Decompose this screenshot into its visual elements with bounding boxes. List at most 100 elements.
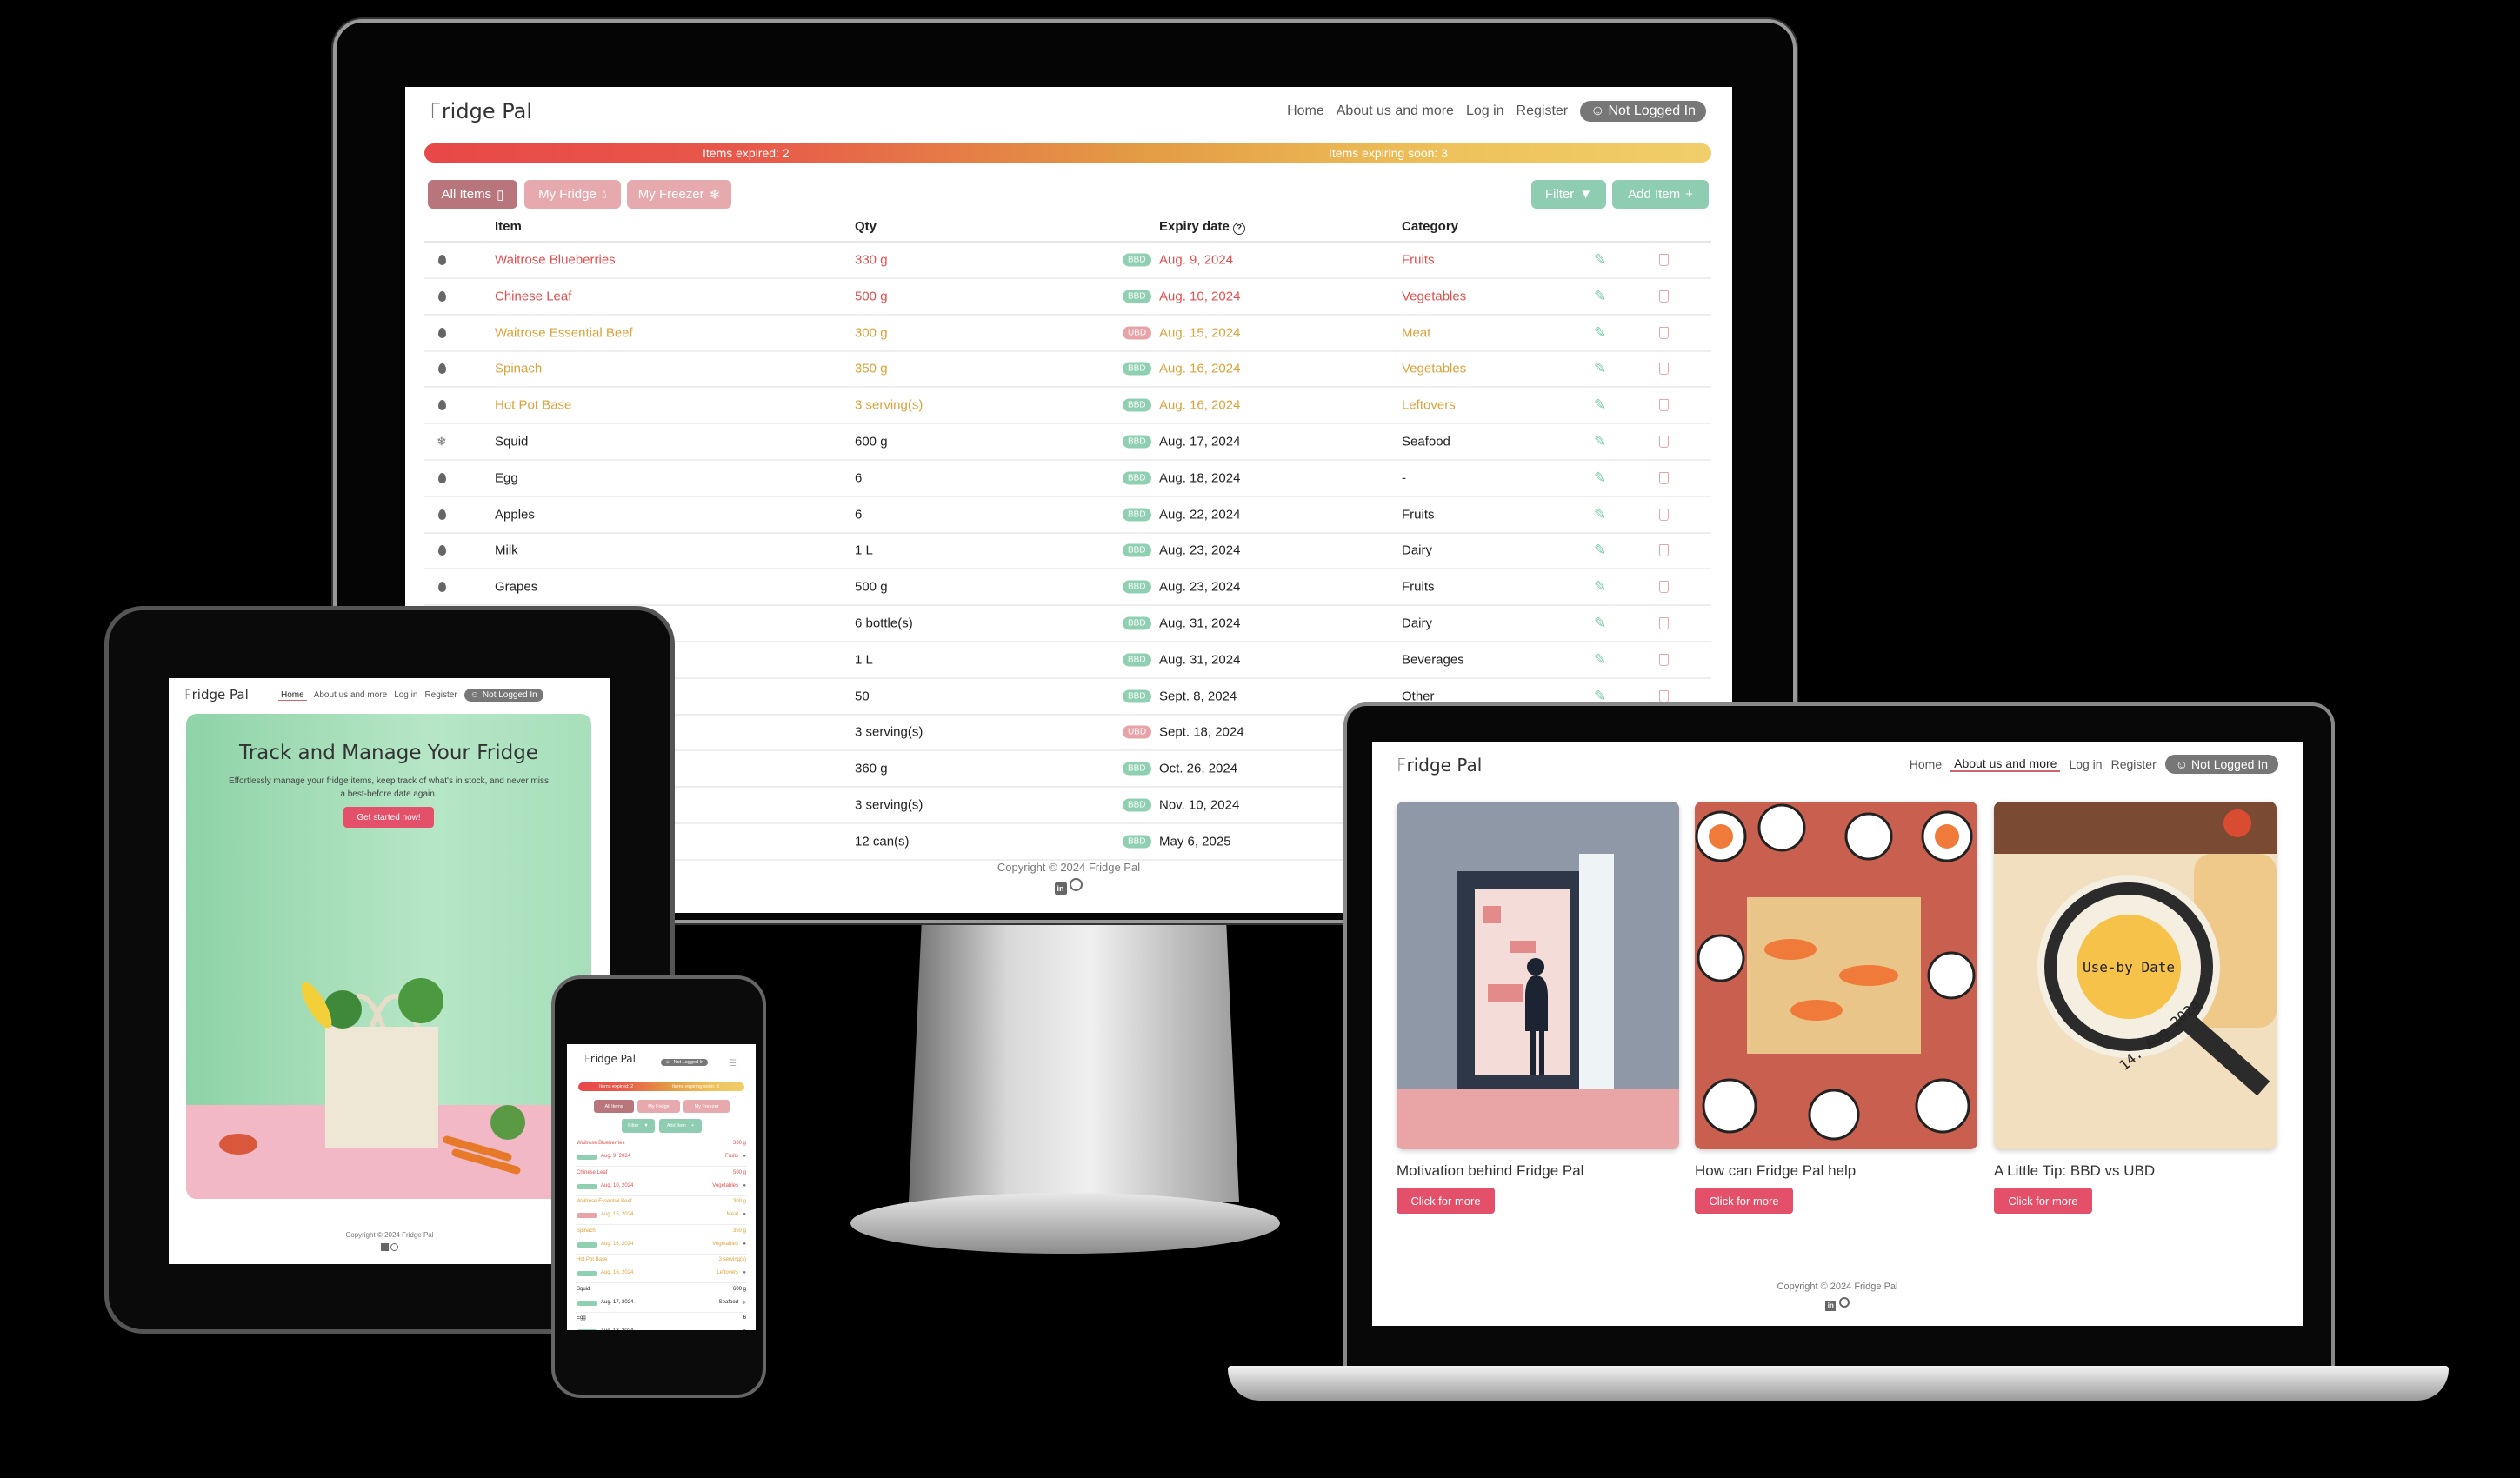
logo[interactable]: Fridge Pal <box>430 99 532 123</box>
filter-button[interactable]: Filter ▼ <box>622 1119 655 1133</box>
nav-about[interactable]: About us and more <box>314 690 388 700</box>
delete-trash-icon[interactable] <box>1659 689 1669 702</box>
filter-button[interactable]: Filter ▼ <box>1531 180 1606 209</box>
help-icon[interactable]: ? <box>1233 223 1246 235</box>
delete-trash-icon[interactable] <box>1659 436 1669 448</box>
item-name[interactable]: Waitrose Blueberries <box>495 253 616 268</box>
edit-pencil-icon[interactable]: ✎ <box>1594 615 1606 632</box>
github-icon[interactable] <box>1838 1297 1850 1308</box>
nav-home[interactable]: Home <box>1287 103 1324 119</box>
item-qty: 350 g <box>732 1228 746 1234</box>
delete-trash-icon[interactable] <box>1659 326 1669 339</box>
edit-pencil-icon[interactable]: ✎ <box>1594 433 1606 450</box>
item-category: Dairy <box>1402 543 1433 558</box>
item-name[interactable]: Squid <box>495 435 528 449</box>
logo[interactable]: Fridge Pal <box>184 687 249 702</box>
card-image-fridge[interactable] <box>1397 802 1679 1149</box>
edit-pencil-icon[interactable]: ✎ <box>1594 396 1606 414</box>
linkedin-icon[interactable]: in <box>1054 882 1067 895</box>
nav-register[interactable]: Register <box>2111 757 2157 771</box>
linkedin-icon[interactable]: in <box>1825 1301 1837 1311</box>
list-item[interactable]: Egg 6 Aug. 18, 2024 - ● <box>576 1313 747 1330</box>
nav-about[interactable]: About us and more <box>1950 756 2061 772</box>
all-items-button[interactable]: All Items ▯ <box>428 180 517 209</box>
column-header-category[interactable]: Category <box>1402 219 1458 234</box>
card-image-food[interactable] <box>1695 802 1977 1149</box>
item-name[interactable]: Hot Pot Base <box>495 398 571 413</box>
column-header-qty[interactable]: Qty <box>855 219 877 234</box>
table-row: Apples 6 BBD Aug. 22, 2024 Fruits ✎ <box>424 497 1711 534</box>
nav-about[interactable]: About us and more <box>1337 103 1454 119</box>
click-for-more-button[interactable]: Click for more <box>1994 1188 2092 1214</box>
edit-pencil-icon[interactable]: ✎ <box>1594 542 1606 559</box>
delete-trash-icon[interactable] <box>1659 508 1669 521</box>
edit-pencil-icon[interactable]: ✎ <box>1594 469 1606 487</box>
item-name[interactable]: Grapes <box>495 580 537 595</box>
item-name[interactable]: Egg <box>495 470 518 485</box>
login-status-badge[interactable]: ☺ Not Logged In <box>1580 101 1706 122</box>
delete-trash-icon[interactable] <box>1659 290 1669 303</box>
item-name[interactable]: Apples <box>495 507 535 522</box>
list-item[interactable]: Chinese Leaf 500 g Aug. 10, 2024 Vegetables… <box>576 1168 747 1196</box>
delete-trash-icon[interactable] <box>1659 399 1669 412</box>
delete-trash-icon[interactable] <box>1659 617 1669 629</box>
item-name[interactable]: Spinach <box>495 362 542 376</box>
linkedin-icon[interactable] <box>380 1243 389 1251</box>
login-status-badge[interactable]: ☺ Not Logged In <box>463 689 543 702</box>
get-started-button[interactable]: Get started now! <box>343 807 434 828</box>
nav-login[interactable]: Log in <box>394 690 417 700</box>
list-item[interactable]: Squid 600 g Aug. 17, 2024 Seafood ❄ <box>576 1284 747 1313</box>
list-item[interactable]: Waitrose Essential Beef 300 g Aug. 15, 202… <box>576 1196 747 1225</box>
nav-login[interactable]: Log in <box>2069 757 2102 771</box>
add-item-button[interactable]: Add Item + <box>659 1119 702 1133</box>
edit-pencil-icon[interactable]: ✎ <box>1594 578 1606 596</box>
my-fridge-button[interactable]: My Fridge 💧︎ <box>524 180 621 209</box>
edit-pencil-icon[interactable]: ✎ <box>1594 251 1606 269</box>
expiry-date: Aug. 22, 2024 <box>1159 507 1241 523</box>
list-item[interactable]: Hot Pot Base 3 serving(s) Aug. 16, 2024 Lef… <box>576 1255 747 1283</box>
delete-trash-icon[interactable] <box>1659 363 1669 376</box>
click-for-more-button[interactable]: Click for more <box>1695 1188 1793 1214</box>
item-name[interactable]: Milk <box>495 543 518 558</box>
column-header-expiry[interactable]: Expiry date ? <box>1159 219 1246 235</box>
card-image-use-by[interactable]: Use-by Date 14. Aug 2024 <box>1994 802 2277 1149</box>
login-status-badge[interactable]: ☺ Not Logged In <box>661 1059 709 1066</box>
login-status-badge[interactable]: ☺ Not Logged In <box>2164 755 2278 774</box>
all-items-button[interactable]: All Items <box>594 1100 634 1113</box>
add-item-button[interactable]: Add Item + <box>1612 180 1709 209</box>
hamburger-menu-icon[interactable]: ☰ <box>729 1059 737 1069</box>
edit-pencil-icon[interactable]: ✎ <box>1594 324 1606 342</box>
item-name[interactable]: Chinese Leaf <box>495 289 571 303</box>
click-for-more-button[interactable]: Click for more <box>1397 1188 1495 1214</box>
list-item[interactable]: Spinach 350 g Aug. 16, 2024 Vegetables ● <box>576 1226 747 1255</box>
github-icon[interactable] <box>390 1243 399 1251</box>
logo[interactable]: Fridge Pal <box>1397 755 1482 776</box>
nav-login[interactable]: Log in <box>1466 103 1504 119</box>
list-item[interactable]: Waitrose Blueberries 330 g Aug. 9, 2024 Fru… <box>576 1138 747 1167</box>
my-freezer-button[interactable]: My Freezer ❄ <box>627 180 731 209</box>
delete-trash-icon[interactable] <box>1659 653 1669 666</box>
delete-trash-icon[interactable] <box>1659 544 1669 557</box>
delete-trash-icon[interactable] <box>1659 581 1669 594</box>
user-icon: ☺ <box>1590 103 1605 118</box>
edit-pencil-icon[interactable]: ✎ <box>1594 506 1606 523</box>
edit-pencil-icon[interactable]: ✎ <box>1594 651 1606 669</box>
edit-pencil-icon[interactable]: ✎ <box>1594 360 1606 377</box>
logo[interactable]: Fridge Pal <box>584 1053 636 1065</box>
nav-register[interactable]: Register <box>424 690 457 700</box>
nav-register[interactable]: Register <box>1517 103 1569 119</box>
nav-home[interactable]: Home <box>1910 757 1942 771</box>
expiry-date: Aug. 16, 2024 <box>1159 361 1241 376</box>
my-freezer-button[interactable]: My Freezer <box>683 1100 730 1113</box>
delete-trash-icon[interactable] <box>1659 254 1669 266</box>
edit-pencil-icon[interactable]: ✎ <box>1594 288 1606 305</box>
column-header-item[interactable]: Item <box>495 219 522 234</box>
item-qty: 1 L <box>855 543 873 558</box>
delete-trash-icon[interactable] <box>1659 471 1669 484</box>
my-freezer-label: My Freezer <box>637 187 704 202</box>
item-name[interactable]: Waitrose Essential Beef <box>495 325 633 340</box>
my-fridge-button[interactable]: My Fridge <box>637 1100 680 1113</box>
item-qty: 350 g <box>855 361 888 376</box>
nav-home[interactable]: Home <box>278 690 307 701</box>
github-icon[interactable] <box>1070 878 1083 891</box>
